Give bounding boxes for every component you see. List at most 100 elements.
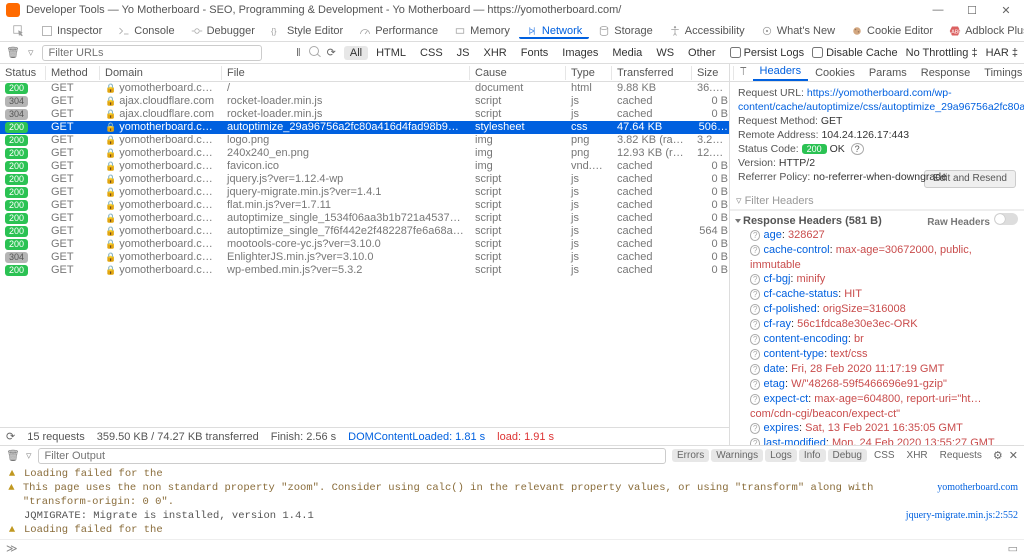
clear-requests-button[interactable]: 🗑 — [6, 46, 20, 59]
console-filter-funnel-icon[interactable]: ▿ — [26, 449, 32, 462]
window-maximize-button[interactable]: ☐ — [960, 4, 984, 17]
detail-close-button[interactable]: ⟙ — [734, 64, 753, 81]
console-tab-warnings[interactable]: Warnings — [711, 449, 763, 462]
header-help-icon[interactable]: ? — [750, 304, 760, 315]
lock-icon: 🔒 — [105, 109, 116, 119]
tab-debugger[interactable]: Debugger — [184, 23, 262, 39]
detail-tab-params[interactable]: Params — [862, 65, 914, 81]
column-header-transferred[interactable]: Transferred — [612, 66, 692, 80]
header-row: ? cf-bgj: minify — [736, 272, 1018, 287]
console-tab-debug[interactable]: Debug — [828, 449, 867, 462]
har-dropdown[interactable]: HAR ‡ — [986, 47, 1018, 59]
window-close-button[interactable]: ✕ — [994, 4, 1018, 17]
detail-tab-timings[interactable]: Timings — [977, 65, 1024, 81]
tab-adblock[interactable]: ABPAdblock Plus — [942, 23, 1024, 39]
header-help-icon[interactable]: ? — [750, 334, 760, 345]
console-source-link[interactable]: jquery-migrate.min.js:2:552 — [906, 509, 1018, 523]
column-header-size[interactable]: Size — [692, 66, 734, 80]
detail-tab-response[interactable]: Response — [914, 65, 978, 81]
console-toggle-icon[interactable]: ▭ — [1008, 542, 1018, 553]
header-help-icon[interactable]: ? — [750, 364, 760, 375]
tab-whats-new[interactable]: What's New — [754, 23, 842, 39]
svg-text:{}: {} — [271, 27, 277, 36]
console-tab-logs[interactable]: Logs — [765, 449, 797, 462]
window-minimize-button[interactable]: — — [926, 4, 950, 17]
request-method-value: GET — [821, 115, 843, 127]
type-filter-js[interactable]: JS — [451, 46, 476, 60]
tab-memory[interactable]: Memory — [447, 23, 517, 39]
console-tab-errors[interactable]: Errors — [672, 449, 709, 462]
response-headers-toggle[interactable]: Response Headers (581 B) Raw Headers — [736, 213, 1018, 228]
reload-hint-button[interactable]: ⟳ — [6, 430, 15, 443]
column-header-cause[interactable]: Cause — [470, 66, 566, 80]
throttling-dropdown[interactable]: No Throttling ‡ — [906, 47, 978, 59]
status-load: load: 1.91 s — [497, 431, 554, 443]
column-header-domain[interactable]: Domain — [100, 66, 222, 80]
console-settings-button[interactable]: ⚙ — [993, 449, 1003, 462]
type-filter-fonts[interactable]: Fonts — [515, 46, 555, 60]
column-header-file[interactable]: File — [222, 66, 470, 80]
search-icon — [309, 46, 319, 56]
header-help-icon[interactable]: ? — [750, 289, 760, 300]
type-filter-xhr[interactable]: XHR — [478, 46, 513, 60]
request-table-body[interactable]: 200GET🔒yomotherboard.com/documenthtml9.8… — [0, 82, 729, 427]
type-filter-css[interactable]: CSS — [414, 46, 449, 60]
console-source-link[interactable]: yomotherboard.com — [937, 481, 1018, 495]
tab-console[interactable]: Console — [111, 23, 181, 39]
filter-urls-input[interactable] — [42, 45, 262, 61]
lock-icon: 🔒 — [105, 161, 116, 171]
type-filter-media[interactable]: Media — [606, 46, 648, 60]
column-header-method[interactable]: Method — [46, 66, 100, 80]
raw-headers-toggle[interactable]: Raw Headers — [927, 213, 1018, 228]
lock-icon: 🔒 — [105, 122, 116, 132]
filter-headers-input[interactable]: ▿ Filter Headers — [730, 192, 1024, 210]
column-header-status[interactable]: Status — [0, 66, 46, 80]
header-help-icon[interactable]: ? — [750, 438, 760, 445]
request-row[interactable]: 200GET🔒yomotherboard.comwp-embed.min.js?… — [0, 264, 729, 277]
pick-element-button[interactable] — [6, 23, 32, 39]
status-help-icon[interactable]: ? — [851, 143, 864, 155]
header-help-icon[interactable]: ? — [750, 423, 760, 434]
console-tab-css[interactable]: CSS — [869, 449, 900, 462]
console-tab-requests[interactable]: Requests — [935, 449, 987, 462]
type-filter-html[interactable]: HTML — [370, 46, 412, 60]
network-filter-bar: 🗑 ▿ ‖ ⟳ AllHTMLCSSJSXHRFontsImagesMediaW… — [0, 42, 1024, 64]
type-filter-images[interactable]: Images — [556, 46, 604, 60]
header-help-icon[interactable]: ? — [750, 274, 760, 285]
clear-console-button[interactable]: 🗑 — [6, 449, 20, 462]
tab-inspector[interactable]: Inspector — [34, 23, 109, 39]
header-help-icon[interactable]: ? — [750, 230, 760, 241]
header-help-icon[interactable]: ? — [750, 245, 760, 256]
cookie-icon — [851, 25, 863, 37]
console-filter-input[interactable] — [38, 448, 667, 464]
type-filter-ws[interactable]: WS — [650, 46, 680, 60]
tab-performance[interactable]: Performance — [352, 23, 445, 39]
reload-button[interactable]: ⟳ — [327, 46, 336, 59]
header-help-icon[interactable]: ? — [750, 319, 760, 330]
detail-tab-headers[interactable]: Headers — [753, 64, 809, 81]
column-header-type[interactable]: Type — [566, 66, 612, 80]
type-filter-other[interactable]: Other — [682, 46, 722, 60]
tab-storage[interactable]: Storage — [591, 23, 660, 39]
tab-accessibility[interactable]: Accessibility — [662, 23, 752, 39]
disable-cache-checkbox[interactable]: Disable Cache — [812, 47, 898, 59]
type-filter-all[interactable]: All — [344, 46, 368, 60]
header-help-icon[interactable]: ? — [750, 349, 760, 360]
tab-style-editor[interactable]: {}Style Editor — [264, 23, 350, 39]
type-filters: AllHTMLCSSJSXHRFontsImagesMediaWSOther — [344, 46, 722, 60]
detail-tab-cookies[interactable]: Cookies — [808, 65, 862, 81]
filter-funnel-icon[interactable]: ▿ — [28, 46, 34, 59]
header-row: ? expires: Sat, 13 Feb 2021 16:35:05 GMT — [736, 421, 1018, 436]
console-tab-xhr[interactable]: XHR — [902, 449, 933, 462]
persist-logs-checkbox[interactable]: Persist Logs — [730, 47, 805, 59]
tab-cookie-editor[interactable]: Cookie Editor — [844, 23, 940, 39]
pause-button[interactable]: ‖ — [296, 47, 301, 59]
console-prompt-icon[interactable]: ≫ — [6, 542, 18, 553]
tab-network[interactable]: Network — [519, 23, 589, 39]
search-button[interactable] — [309, 46, 319, 59]
console-close-button[interactable]: ✕ — [1009, 449, 1018, 462]
debugger-icon — [191, 25, 203, 37]
header-help-icon[interactable]: ? — [750, 379, 760, 390]
header-help-icon[interactable]: ? — [750, 394, 760, 405]
console-tab-info[interactable]: Info — [799, 449, 826, 462]
